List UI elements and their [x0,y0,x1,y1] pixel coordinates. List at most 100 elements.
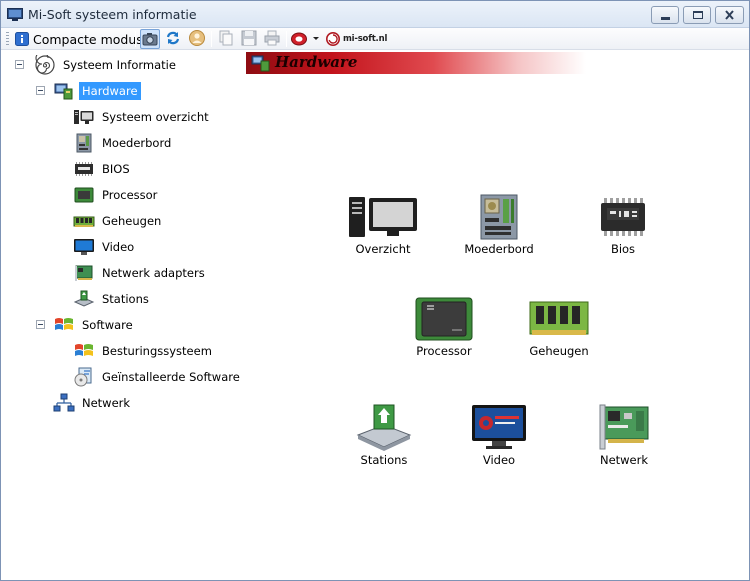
toolbar-separator [286,31,287,47]
tree-label: Systeem Informatie [63,58,176,72]
tile-label: Bios [610,242,636,256]
windows-logo-icon [55,318,73,330]
lifebuoy-icon [291,32,307,46]
tree-node-moederbord[interactable]: Moederbord [73,132,174,154]
software-collapse-toggle[interactable] [36,320,45,329]
app-window: Mi-Soft systeem informatie Compacte modu… [0,0,750,581]
tile-label: Processor [416,344,472,358]
print-button[interactable] [263,29,283,49]
tree-label: Netwerk [82,396,131,410]
save-icon [241,30,257,46]
copy-button[interactable] [217,29,237,49]
tree-node-systeem-overzicht[interactable]: Systeem overzicht [73,106,212,128]
tree-view[interactable]: Systeem Informatie Hardware Systeem over… [1,51,243,580]
mi-soft-link[interactable]: mi-soft.nl [326,30,387,48]
tree-label: Systeem overzicht [102,110,209,124]
tree-node-geinstalleerde-software[interactable]: Geïnstalleerde Software [73,366,243,388]
memory-icon [529,301,589,335]
tree-label: Moederbord [102,136,172,150]
save-button[interactable] [240,29,260,49]
tile-label: Geheugen [529,344,589,358]
tree-label: Stations [102,292,149,306]
hardware-collapse-toggle[interactable] [36,86,45,95]
tree-label: BIOS [102,162,130,176]
options-dropdown-button[interactable] [290,29,322,49]
tree-node-netwerk[interactable]: Netwerk [53,392,133,414]
refresh-button[interactable] [164,29,184,49]
compact-mode-button[interactable]: Compacte modus [15,30,143,48]
tree-label: Besturingssysteem [102,344,212,358]
chevron-down-icon [313,37,319,40]
tile-processor[interactable]: Processor [394,296,494,358]
tree-node-software[interactable]: Software [53,314,136,336]
motherboard-icon [76,133,92,153]
tree-node-bios[interactable]: BIOS [73,158,133,180]
tile-label: Overzicht [355,242,411,256]
windows-logo-icon [75,344,93,356]
close-button[interactable] [715,6,744,24]
cpu-icon [415,297,473,341]
tree-node-hardware[interactable]: Hardware [53,80,141,102]
screenshot-button[interactable] [140,29,160,49]
installed-software-icon [74,367,92,387]
toolbar-grip[interactable] [6,32,9,46]
tree-label: Geïnstalleerde Software [102,370,240,384]
tree-node-besturingssysteem[interactable]: Besturingssysteem [73,340,215,362]
tile-stations[interactable]: Stations [334,403,434,467]
tree-label: Geheugen [102,214,162,228]
close-icon [725,10,734,20]
tile-geheugen[interactable]: Geheugen [509,296,609,358]
window-title: Mi-Soft systeem informatie [28,7,197,22]
computer-icon [349,197,417,237]
maximize-icon [693,11,703,19]
network-card-icon [599,404,649,450]
monitor-icon [74,239,94,255]
tile-video[interactable]: Video [449,403,549,467]
hardware-icon [54,83,73,100]
cpu-icon [74,187,94,203]
copy-icon [219,30,233,46]
tile-overzicht[interactable]: Overzicht [333,194,433,256]
tile-label: Moederbord [464,242,534,256]
memory-icon [73,216,95,227]
mi-soft-logo-icon [326,32,340,46]
tree-label: Processor [102,188,158,202]
root-collapse-toggle[interactable] [15,60,24,69]
tree-node-netwerk-adapters[interactable]: Netwerk adapters [73,262,208,284]
tree-node-video[interactable]: Video [73,236,137,258]
hardware-icon [251,55,270,72]
tree-node-processor[interactable]: Processor [73,184,160,206]
tree-label: Video [102,240,135,254]
tree-node-stations[interactable]: Stations [73,288,152,310]
tile-bios[interactable]: Bios [573,194,673,256]
user-icon [189,30,205,46]
compact-mode-label: Compacte modus [33,31,143,47]
toolbar-separator [211,31,212,47]
motherboard-icon [480,194,518,240]
toolbar: Compacte modus mi-soft.nl [1,28,749,50]
tree-label: Software [82,318,133,332]
tree-label: Netwerk adapters [102,266,205,280]
computer-icon [74,110,94,124]
user-button[interactable] [188,29,208,49]
section-header-banner: Hardware [246,52,586,74]
tree-label: Hardware [79,82,141,100]
bios-chip-icon [601,198,645,236]
network-icon [53,393,75,412]
refresh-icon [166,31,180,45]
tile-moederbord[interactable]: Moederbord [449,194,549,256]
tile-label: Netwerk [599,453,649,467]
tree-node-geheugen[interactable]: Geheugen [73,210,164,232]
tile-netwerk[interactable]: Netwerk [574,403,674,467]
network-card-icon [75,265,93,281]
tree-node-systeem-informatie[interactable]: Systeem Informatie [34,54,179,76]
maximize-button[interactable] [683,6,711,24]
printer-icon [264,30,280,46]
minimize-button[interactable] [651,6,679,24]
monitor-icon [472,405,526,449]
section-title: Hardware [275,53,358,71]
minimize-icon [661,17,670,20]
bios-chip-icon [75,162,93,176]
toolbar-separator [135,31,136,47]
drive-icon [73,290,95,307]
